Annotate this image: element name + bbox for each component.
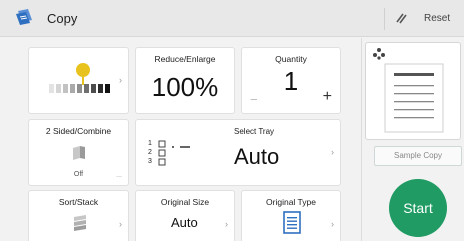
original-type-title: Original Type [266, 197, 316, 207]
reset-button[interactable]: Reset [384, 6, 460, 32]
more-dots: ... [116, 172, 122, 179]
page-preview-icon [384, 63, 444, 133]
chevron-right-icon: › [119, 75, 122, 85]
tray-number-3: 3 [148, 158, 152, 165]
density-scale-icon [49, 63, 110, 93]
app-title: Copy [47, 11, 78, 26]
sample-copy-button[interactable]: Sample Copy [374, 146, 462, 166]
chevron-right-icon: › [119, 219, 122, 229]
header-bar: Copy Reset [0, 0, 464, 37]
original-size-title: Original Size [160, 197, 210, 207]
original-size-tile[interactable]: Original Size Auto › [135, 190, 235, 241]
tray-icon-group: 1 2 3 [148, 140, 190, 172]
density-tile[interactable]: › [28, 47, 129, 114]
chevron-right-icon: › [225, 219, 228, 229]
copy-app-icon [16, 9, 32, 25]
reset-label: Reset [424, 13, 451, 24]
two-sided-combine-title: 2 Sided/Combine [45, 126, 112, 136]
start-button[interactable]: Start [389, 179, 447, 237]
quantity-minus-button[interactable]: − [250, 92, 258, 107]
right-panel: Sample Copy Start [361, 38, 464, 241]
reduce-enlarge-title: Reduce/Enlarge [154, 54, 216, 64]
reset-icon [396, 13, 407, 24]
sort-stack-tile[interactable]: Sort/Stack › [28, 190, 129, 241]
reduce-enlarge-value: 100% [151, 72, 219, 102]
tray-number-2: 2 [148, 149, 152, 156]
sort-stack-title: Sort/Stack [58, 197, 99, 207]
quantity-tile[interactable]: Quantity 1 − + [241, 47, 341, 114]
select-tray-title: Select Tray [234, 127, 275, 136]
duplex-page-icon [73, 146, 85, 160]
original-type-tile[interactable]: Original Type › [241, 190, 341, 241]
output-preview[interactable] [365, 42, 461, 140]
select-tray-tile[interactable]: Select Tray 1 2 3 Auto › [135, 119, 341, 186]
document-icon [283, 211, 301, 234]
chevron-right-icon: › [331, 147, 334, 157]
tray-number-1: 1 [148, 140, 152, 147]
chevron-right-icon: › [331, 219, 334, 229]
stack-icon [74, 215, 86, 231]
reset-divider [384, 8, 385, 30]
original-size-value: Auto [171, 215, 198, 230]
settings-dots-icon [373, 48, 385, 60]
quantity-title: Quantity [275, 54, 307, 64]
two-sided-status: Off [73, 171, 84, 178]
select-tray-value: Auto [234, 144, 280, 169]
reduce-enlarge-tile[interactable]: Reduce/Enlarge 100% [135, 47, 235, 114]
paper-tray-icon [158, 140, 190, 166]
two-sided-combine-tile[interactable]: 2 Sided/Combine Off ... [28, 119, 129, 186]
quantity-plus-button[interactable]: + [323, 88, 332, 106]
